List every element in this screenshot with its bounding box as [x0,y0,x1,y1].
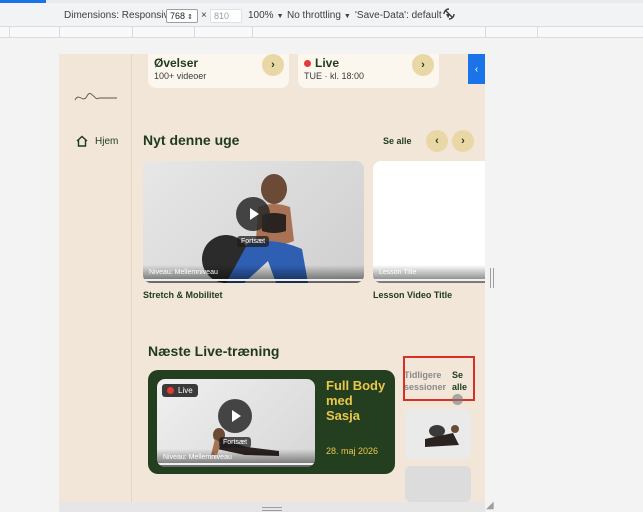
zoom-select[interactable]: 100% ▼ [248,10,284,21]
resize-handle-right[interactable] [490,268,494,288]
home-icon [76,135,88,147]
session-thumbnail [405,409,471,459]
caret-down-icon: ▼ [276,13,284,20]
zoom-label: 100% [248,10,274,21]
resize-handle-bottom[interactable] [262,507,282,511]
progress-bar [373,279,485,281]
section-title-new: Nyt denne uge [143,132,240,148]
card-subtitle: 100+ videoer [154,71,207,81]
video-card-stretch[interactable]: Fortsæt Niveau: Mellemniveau [143,161,364,283]
previous-session-card[interactable] [405,466,471,502]
live-card[interactable]: Live TUE · kl. 18:00 › [298,54,439,88]
caret-down-icon: ▼ [343,13,351,20]
section-title-live: Næste Live-træning [148,343,280,359]
chevron-left-icon[interactable]: ‹ [468,54,485,84]
exercises-card[interactable]: Øvelser 100+ videoer › [148,54,289,88]
height-value: 810 [214,11,230,21]
level-label: Niveau: Mellemniveau [149,269,218,276]
save-data-select[interactable]: 'Save-Data': default ▼ [355,10,452,21]
live-dot-icon [167,387,174,394]
previous-session-card[interactable] [405,409,471,459]
live-session-date: 28. maj 2026 [326,446,379,456]
video-card-lesson[interactable]: Lesson Title [373,161,485,283]
media-query-ruler [0,27,643,38]
sidebar-item-label: Hjem [95,135,119,147]
dimensions-label: Dimensions: Responsive [64,10,175,21]
chevron-right-icon[interactable]: › [262,54,284,76]
height-input[interactable]: 810 [210,9,242,23]
card-subtitle: TUE · kl. 18:00 [304,71,365,81]
play-button[interactable] [218,399,252,433]
video-caption: Stretch & Mobilitet [143,290,223,300]
brand-logo[interactable] [73,90,119,110]
carousel-prev-button[interactable]: ‹ [426,130,448,152]
live-badge: Live [162,384,198,397]
width-value: 768 [170,11,186,21]
width-input[interactable]: 768 ⇕ [166,9,198,23]
live-video-thumbnail[interactable]: Live Fortsæt Niveau: Mellemniveau [157,379,315,467]
devtools-device-toolbar: Dimensions: Responsive▼ 768⇕ × 810 100%▼… [0,0,643,27]
carousel-next-button[interactable]: › [452,130,474,152]
level-label: Lesson Title [379,269,417,276]
progress-bar [157,463,315,465]
inspect-highlight [403,356,475,401]
card-title-text: Live [315,56,340,70]
video-caption: Lesson Video Title [373,290,453,300]
throttling-label: No throttling [287,10,341,21]
live-dot-icon [304,60,311,68]
spinner-icon: ⇕ [187,14,193,21]
resize-corner-icon[interactable]: ◢ [486,500,496,511]
live-badge-label: Live [178,386,193,395]
next-live-card[interactable]: Live Fortsæt Niveau: Mellemniveau Full B… [148,370,395,474]
sidebar-divider [131,54,132,502]
rotate-icon[interactable] [442,7,456,24]
live-session-title: Full Body med Sasja [326,378,386,423]
play-button[interactable] [236,197,270,231]
see-all-link[interactable]: Se alle [383,136,412,146]
save-data-label: 'Save-Data': default [355,10,442,21]
continue-badge: Fortsæt [237,236,270,247]
continue-badge: Fortsæt [219,437,252,448]
touch-cursor [452,394,463,405]
times-sign: × [201,10,207,21]
chevron-right-icon[interactable]: › [412,54,434,76]
tab-strip [0,0,643,3]
sidebar-item-home[interactable]: Hjem [75,134,118,148]
app-viewport: Hjem Øvelser 100+ videoer › Live TUE · k… [59,54,485,502]
progress-bar [143,279,364,281]
level-label: Niveau: Mellemniveau [163,454,232,461]
throttling-select[interactable]: No throttling ▼ [287,10,351,21]
